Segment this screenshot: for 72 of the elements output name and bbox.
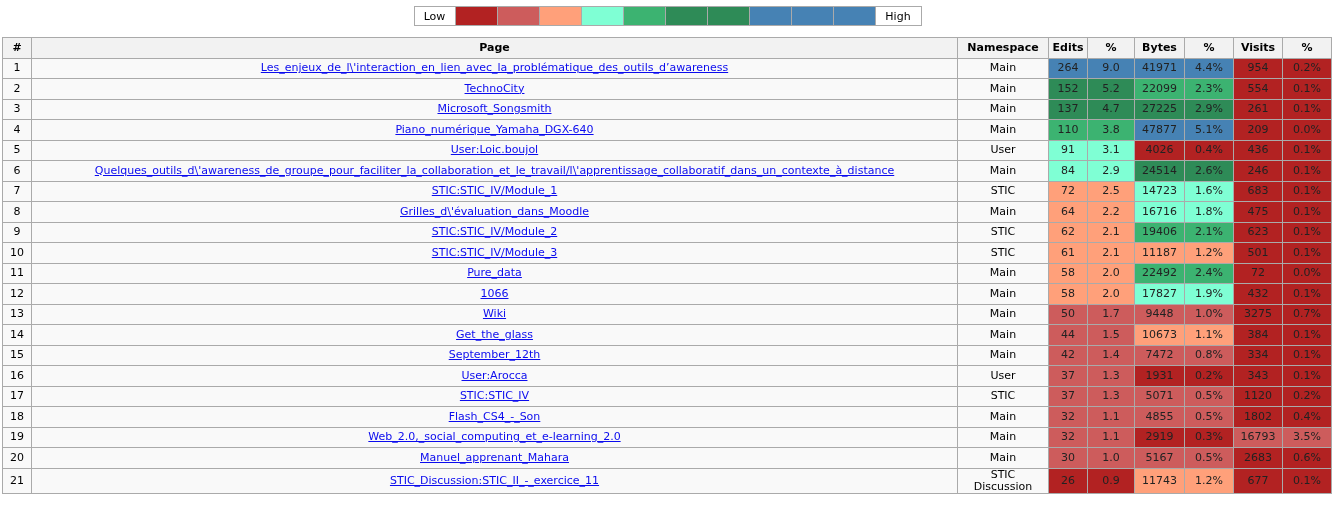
- table-cell: User: [957, 140, 1049, 161]
- table-cell: 14: [2, 324, 32, 345]
- page-link[interactable]: Get_the_glass: [456, 327, 533, 341]
- table-cell: STIC: [957, 386, 1049, 407]
- table-cell: Main: [957, 304, 1049, 325]
- table-cell: 5: [2, 140, 32, 161]
- column-header: %: [1184, 37, 1234, 58]
- table-cell: 10: [2, 242, 32, 263]
- table-cell: 20: [2, 447, 32, 468]
- page-link[interactable]: Microsoft_Songsmith: [437, 102, 552, 116]
- table-cell: STIC: [957, 242, 1049, 263]
- table-cell: Main: [957, 283, 1049, 304]
- table-cell: Main: [957, 447, 1049, 468]
- table-cell: Main: [957, 345, 1049, 366]
- page-link[interactable]: Flash_CS4_-_Son: [448, 409, 541, 423]
- table-cell: Main: [957, 406, 1049, 427]
- legend-low-label: Low: [413, 6, 456, 26]
- table-cell: 21: [2, 468, 32, 493]
- column-header: Visits: [1233, 37, 1283, 58]
- table-cell: Main: [957, 263, 1049, 284]
- page-link[interactable]: STIC_Discussion:STIC_II_-_exercice_11: [389, 473, 600, 487]
- page-link[interactable]: Pure_data: [467, 266, 522, 280]
- table-cell: 15: [2, 345, 32, 366]
- table-cell: 6: [2, 160, 32, 181]
- page-link[interactable]: STIC:STIC_IV/Module_3: [431, 245, 558, 259]
- table-cell: 1: [2, 58, 32, 79]
- table-cell: STIC: [957, 222, 1049, 243]
- page-link[interactable]: STIC:STIC_IV/Module_1: [431, 184, 558, 198]
- table-cell: User: [957, 365, 1049, 386]
- table-cell: 19: [2, 427, 32, 448]
- column-header: Page: [31, 37, 958, 58]
- table-cell: 9: [2, 222, 32, 243]
- table-cell: 2: [2, 78, 32, 99]
- page-link[interactable]: STIC:STIC_IV: [459, 389, 530, 403]
- table-cell: Main: [957, 119, 1049, 140]
- page-link[interactable]: September_12th: [448, 348, 541, 362]
- page-link[interactable]: Piano_numérique_Yamaha_DGX-640: [395, 122, 594, 136]
- page-link[interactable]: 1066: [480, 286, 509, 300]
- page-link[interactable]: Manuel_apprenant_Mahara: [420, 450, 569, 464]
- column-header: Namespace: [957, 37, 1049, 58]
- table-cell: Main: [957, 99, 1049, 120]
- page-link[interactable]: User:Arocca: [461, 368, 528, 382]
- column-header: #: [2, 37, 32, 58]
- table-cell: 13: [2, 304, 32, 325]
- page-link[interactable]: STIC:STIC_IV/Module_2: [431, 225, 558, 239]
- table-cell: 12: [2, 283, 32, 304]
- table-cell: Main: [957, 201, 1049, 222]
- table-cell: Main: [957, 78, 1049, 99]
- table-cell: Main: [957, 324, 1049, 345]
- table-cell: 16: [2, 365, 32, 386]
- page-link[interactable]: Wiki: [482, 307, 507, 321]
- table-cell: 18: [2, 406, 32, 427]
- column-header: Bytes: [1134, 37, 1185, 58]
- table-cell: 3: [2, 99, 32, 120]
- page-link[interactable]: TechnoCity: [464, 81, 525, 95]
- table-cell: 17: [2, 386, 32, 407]
- column-header: %: [1282, 37, 1332, 58]
- table-cell: STIC Discussion: [957, 468, 1049, 493]
- table-cell: Main: [957, 427, 1049, 448]
- legend-high-label: High: [875, 6, 922, 26]
- table-cell: Main: [957, 160, 1049, 181]
- table-cell: Main: [957, 58, 1049, 79]
- column-header: Edits: [1048, 37, 1088, 58]
- table-cell: 8: [2, 201, 32, 222]
- table-cell: 7: [2, 181, 32, 202]
- page-link[interactable]: User:Loic.boujol: [450, 143, 539, 157]
- table-cell: STIC: [957, 181, 1049, 202]
- table-cell: 4: [2, 119, 32, 140]
- table-cell: 11: [2, 263, 32, 284]
- page-link[interactable]: Web_2.0,_social_computing_et_e-learning_2.0: [368, 430, 621, 444]
- column-header: %: [1087, 37, 1135, 58]
- page-link[interactable]: Grilles_d\'évaluation_dans_Moodle: [400, 204, 589, 218]
